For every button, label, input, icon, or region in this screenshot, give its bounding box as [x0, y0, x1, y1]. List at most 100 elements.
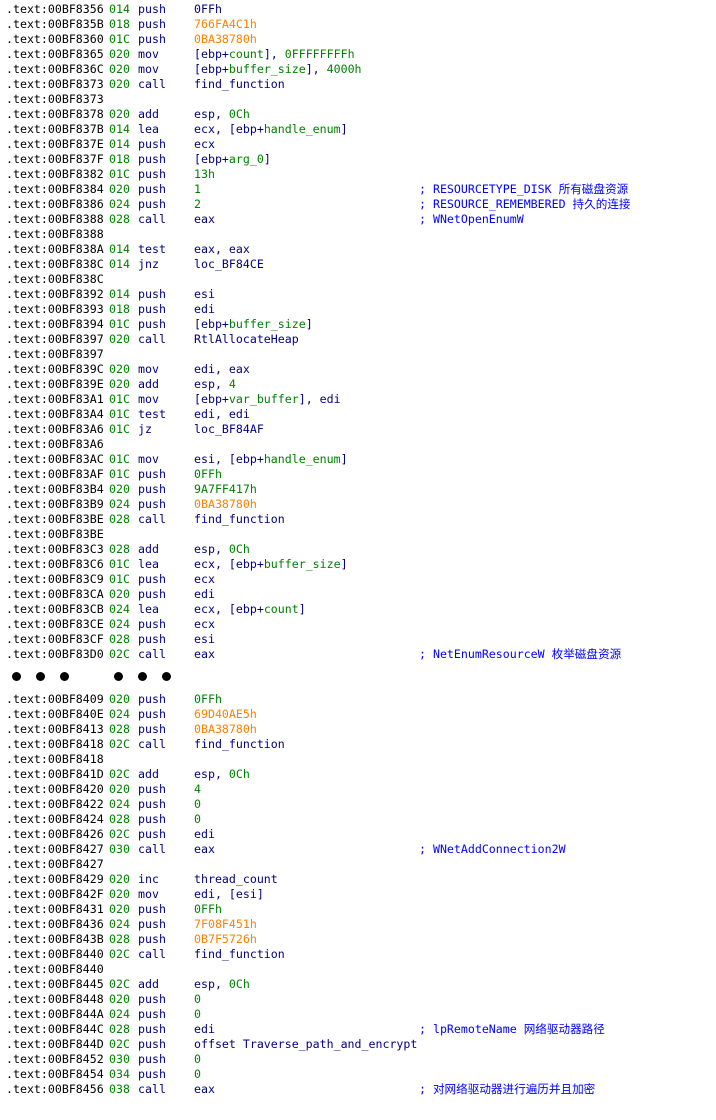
mnemonic[interactable]: push [138, 572, 166, 587]
operands[interactable]: 0FFh [194, 467, 222, 482]
line-address[interactable]: .text:00BF8397 [6, 347, 104, 362]
operand-token[interactable]: 69D40AE5h [194, 707, 257, 721]
line-address[interactable]: .text:00BF83B4 [6, 482, 104, 497]
operand-token[interactable]: 0FFh [194, 692, 222, 706]
code-line[interactable]: .text:00BF8448 020 push 0 [6, 992, 712, 1007]
code-line[interactable]: .text:00BF8382 01C push 13h [6, 167, 712, 182]
mnemonic[interactable]: push [138, 1067, 166, 1082]
mnemonic[interactable]: add [138, 977, 159, 992]
line-address[interactable]: .text:00BF83CF [6, 632, 104, 647]
code-line[interactable]: .text:00BF838A 014 test eax, eax [6, 242, 712, 257]
operand-token[interactable]: 4 [194, 782, 201, 796]
line-address[interactable]: .text:00BF8409 [6, 692, 104, 707]
code-line[interactable]: .text:00BF8393 018 push edi [6, 302, 712, 317]
operands[interactable]: ecx [194, 137, 215, 152]
mnemonic[interactable]: push [138, 497, 166, 512]
code-line[interactable]: .text:00BF83C6 01C lea ecx, [ebp+buffer_siz… [6, 557, 712, 572]
operands[interactable]: find_function [194, 947, 285, 962]
mnemonic[interactable]: call [138, 512, 166, 527]
line-address[interactable]: .text:00BF8454 [6, 1067, 104, 1082]
mnemonic[interactable]: push [138, 617, 166, 632]
operand-token[interactable]: edi [194, 1022, 215, 1036]
code-line[interactable]: .text:00BF837B 014 lea ecx, [ebp+handle_enu… [6, 122, 712, 137]
operand-token[interactable]: esi, [ebp+ [194, 452, 264, 466]
mnemonic[interactable]: call [138, 647, 166, 662]
code-line[interactable]: .text:00BF83AF 01C push 0FFh [6, 467, 712, 482]
line-address[interactable]: .text:00BF839E [6, 377, 104, 392]
code-line[interactable]: .text:00BF8431 020 push 0FFh [6, 902, 712, 917]
mnemonic[interactable]: call [138, 332, 166, 347]
line-address[interactable]: .text:00BF8445 [6, 977, 104, 992]
code-line[interactable]: .text:00BF8429 020 inc thread_count [6, 872, 712, 887]
operand-token[interactable]: [ebp+ [194, 62, 229, 76]
operand-token[interactable]: esi [194, 632, 215, 646]
line-address[interactable]: .text:00BF8426 [6, 827, 104, 842]
mnemonic[interactable]: push [138, 902, 166, 917]
code-line[interactable]: .text:00BF83D0 02C call eax ; NetEnumResourc… [6, 647, 712, 662]
line-address[interactable]: .text:00BF83CB [6, 602, 104, 617]
mnemonic[interactable]: add [138, 767, 159, 782]
operand-token[interactable]: 0 [194, 1007, 201, 1021]
operand-token[interactable]: eax [194, 1082, 215, 1096]
operands[interactable]: esi, [ebp+handle_enum] [194, 452, 348, 467]
code-line[interactable]: .text:00BF838C 014 jnz loc_BF84CE [6, 257, 712, 272]
code-line[interactable]: .text:00BF844C 028 push edi ; lpRemoteName 网… [6, 1022, 712, 1037]
operand-token[interactable]: eax, eax [194, 242, 250, 256]
mnemonic[interactable]: push [138, 782, 166, 797]
code-line[interactable]: .text:00BF83AC 01C mov esi, [ebp+handle_enu… [6, 452, 712, 467]
line-address[interactable]: .text:00BF83D0 [6, 647, 104, 662]
operand-token[interactable]: thread_count [194, 872, 278, 886]
mnemonic[interactable]: push [138, 707, 166, 722]
mnemonic[interactable]: push [138, 827, 166, 842]
line-address[interactable]: .text:00BF838C [6, 272, 104, 287]
mnemonic[interactable]: push [138, 797, 166, 812]
code-line[interactable]: .text:00BF8378 020 add esp, 0Ch [6, 107, 712, 122]
operand-token[interactable]: buffer_size [229, 317, 306, 331]
mnemonic[interactable]: push [138, 692, 166, 707]
operand-token[interactable]: count [229, 47, 264, 61]
code-line[interactable]: .text:00BF8445 02C add esp, 0Ch [6, 977, 712, 992]
operand-token[interactable]: ], [264, 47, 285, 61]
line-address[interactable]: .text:00BF83C6 [6, 557, 104, 572]
code-line[interactable]: .text:00BF8418 [6, 752, 712, 767]
line-address[interactable]: .text:00BF8397 [6, 332, 104, 347]
mnemonic[interactable]: call [138, 212, 166, 227]
line-address[interactable]: .text:00BF841D [6, 767, 104, 782]
operands[interactable]: 0BA38780h [194, 497, 257, 512]
line-address[interactable]: .text:00BF8456 [6, 1082, 104, 1097]
operand-token[interactable]: ecx, [ebp+ [194, 557, 264, 571]
mnemonic[interactable]: push [138, 722, 166, 737]
mnemonic[interactable]: jz [138, 422, 152, 437]
operands[interactable]: 0 [194, 1067, 201, 1082]
operands[interactable]: 0 [194, 1052, 201, 1067]
operands[interactable]: edi [194, 587, 215, 602]
line-address[interactable]: .text:00BF8384 [6, 182, 104, 197]
code-line[interactable]: .text:00BF837E 014 push ecx [6, 137, 712, 152]
operand-token[interactable]: edi, [esi] [194, 887, 264, 901]
operand-token[interactable]: 766FA4C1h [194, 17, 257, 31]
operands[interactable]: RtlAllocateHeap [194, 332, 299, 347]
code-line[interactable]: .text:00BF8373 020 call find_function [6, 77, 712, 92]
mnemonic[interactable]: add [138, 542, 159, 557]
mnemonic[interactable]: call [138, 737, 166, 752]
operands[interactable]: 766FA4C1h [194, 17, 257, 32]
code-line[interactable]: .text:00BF8388 [6, 227, 712, 242]
operand-token[interactable]: ], edi [299, 392, 341, 406]
operand-token[interactable]: 0Ch [229, 977, 250, 991]
operand-token[interactable]: ] [264, 152, 271, 166]
operand-token[interactable]: edi, edi [194, 407, 250, 421]
operand-token[interactable]: ] [341, 452, 348, 466]
operands[interactable]: esp, 4 [194, 377, 236, 392]
operand-token[interactable]: ], [306, 62, 327, 76]
mnemonic[interactable]: push [138, 287, 166, 302]
mnemonic[interactable]: mov [138, 392, 159, 407]
code-line[interactable]: .text:00BF843B 028 push 0B7F5726h [6, 932, 712, 947]
mnemonic[interactable]: mov [138, 452, 159, 467]
operands[interactable]: esp, 0Ch [194, 542, 250, 557]
mnemonic[interactable]: push [138, 197, 166, 212]
mnemonic[interactable]: push [138, 302, 166, 317]
operands[interactable]: ecx, [ebp+buffer_size] [194, 557, 348, 572]
operands[interactable]: loc_BF84AF [194, 422, 264, 437]
operands[interactable]: 0B7F5726h [194, 932, 257, 947]
operand-token[interactable]: esp, [194, 542, 229, 556]
